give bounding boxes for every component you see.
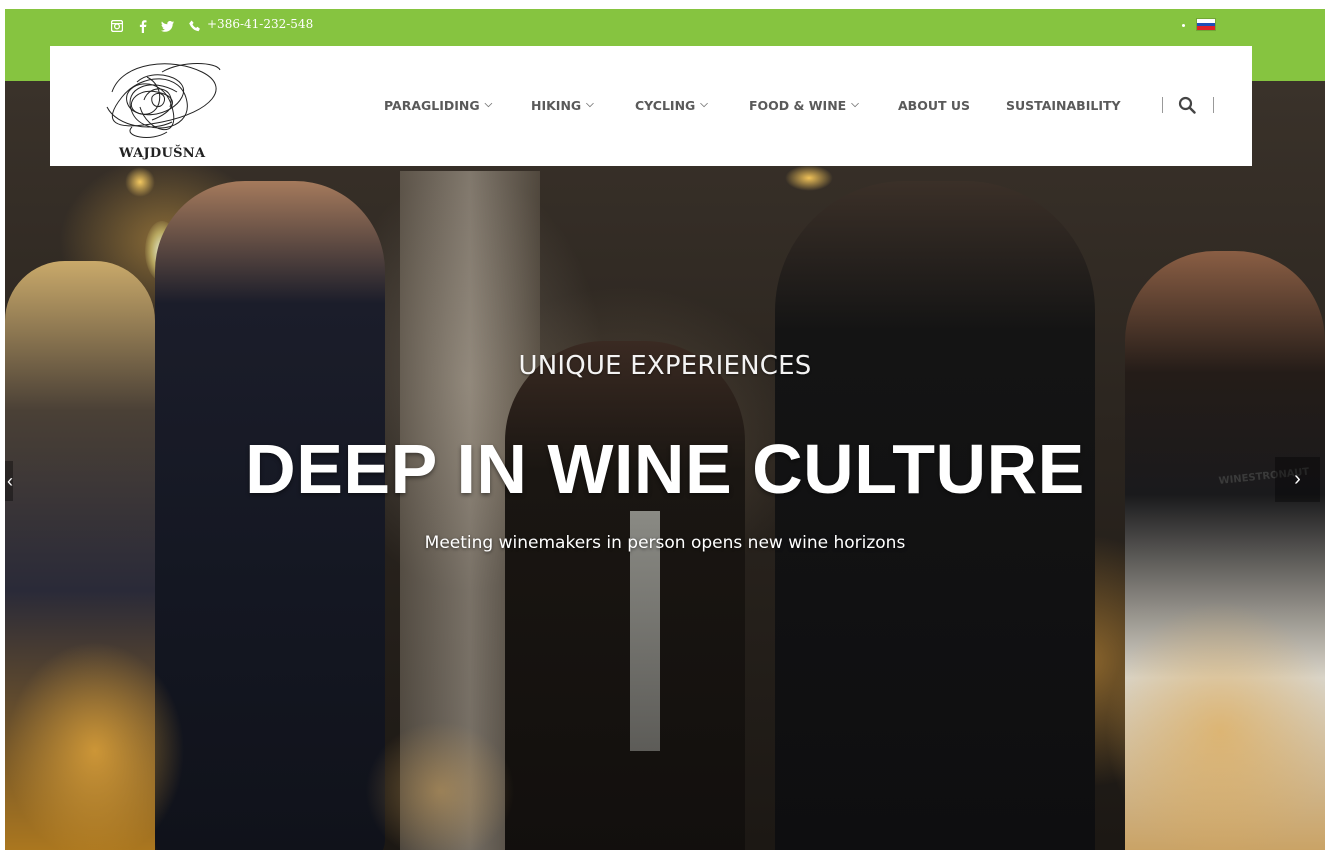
chevron-down-icon: ⌵ [586, 99, 594, 110]
phone-icon [187, 18, 203, 34]
nav-divider [1213, 97, 1214, 113]
nav-item-about-us[interactable]: ABOUT US [898, 98, 970, 113]
chevron-right-icon[interactable]: › [1275, 457, 1320, 502]
wall-lamp [125, 167, 155, 197]
twitter-icon[interactable] [159, 18, 175, 34]
logo-text: WAJDUŠNA [119, 146, 206, 161]
header-card: WAJDUŠNA PARAGLIDING ⌵ HIKING ⌵ CYCLING ⌵ F… [50, 46, 1252, 166]
chevron-down-icon: ⌵ [700, 99, 708, 110]
scribble-logo-icon [106, 63, 221, 138]
hero-eyebrow: UNIQUE EXPERIENCES [518, 351, 812, 381]
nav-item-label: FOOD & WINE [749, 98, 847, 113]
chevron-left-icon[interactable]: ‹ [5, 461, 13, 501]
nav-item-label: PARAGLIDING [384, 98, 480, 113]
language-separator-dot [1182, 24, 1185, 27]
nav-item-label: SUSTAINABILITY [1006, 98, 1121, 113]
facebook-icon[interactable] [135, 18, 151, 34]
person-woman-leather-jacket [505, 341, 745, 850]
bokeh-light [5, 641, 185, 850]
bokeh-light [365, 721, 515, 850]
nav-item-label: CYCLING [635, 98, 696, 113]
nav-item-sustainability[interactable]: SUSTAINABILITY [1006, 98, 1121, 113]
nav-divider [1162, 97, 1163, 113]
bokeh-light [1105, 601, 1325, 850]
hero-subline: Meeting winemakers in person opens new w… [424, 533, 906, 553]
nav-item-paragliding[interactable]: PARAGLIDING ⌵ [384, 98, 492, 113]
nav-item-label: HIKING [531, 98, 582, 113]
nav-item-food-wine[interactable]: FOOD & WINE ⌵ [749, 98, 859, 113]
person-man-dark-shirt [155, 181, 385, 850]
nav-item-hiking[interactable]: HIKING ⌵ [531, 98, 594, 113]
chevron-down-icon: ⌵ [484, 99, 493, 110]
person-woman-back [775, 181, 1095, 850]
nav-item-label: ABOUT US [898, 98, 971, 113]
nav-item-cycling[interactable]: CYCLING ⌵ [635, 98, 708, 113]
slovenia-flag-icon[interactable] [1196, 18, 1216, 31]
chevron-down-icon: ⌵ [851, 99, 859, 110]
instagram-icon[interactable] [109, 18, 125, 34]
page: +386-41-232-548 WINESTRONAUT ‹ › UNIQUE [5, 9, 1325, 850]
hero-slider: WINESTRONAUT ‹ › UNIQUE EXPERIENCES DEEP… [5, 81, 1325, 850]
search-icon[interactable] [1178, 96, 1196, 114]
wall-lamp [785, 165, 833, 191]
hero-headline: DEEP IN WINE CULTURE [245, 430, 1085, 508]
phone-number[interactable]: +386-41-232-548 [207, 17, 313, 31]
